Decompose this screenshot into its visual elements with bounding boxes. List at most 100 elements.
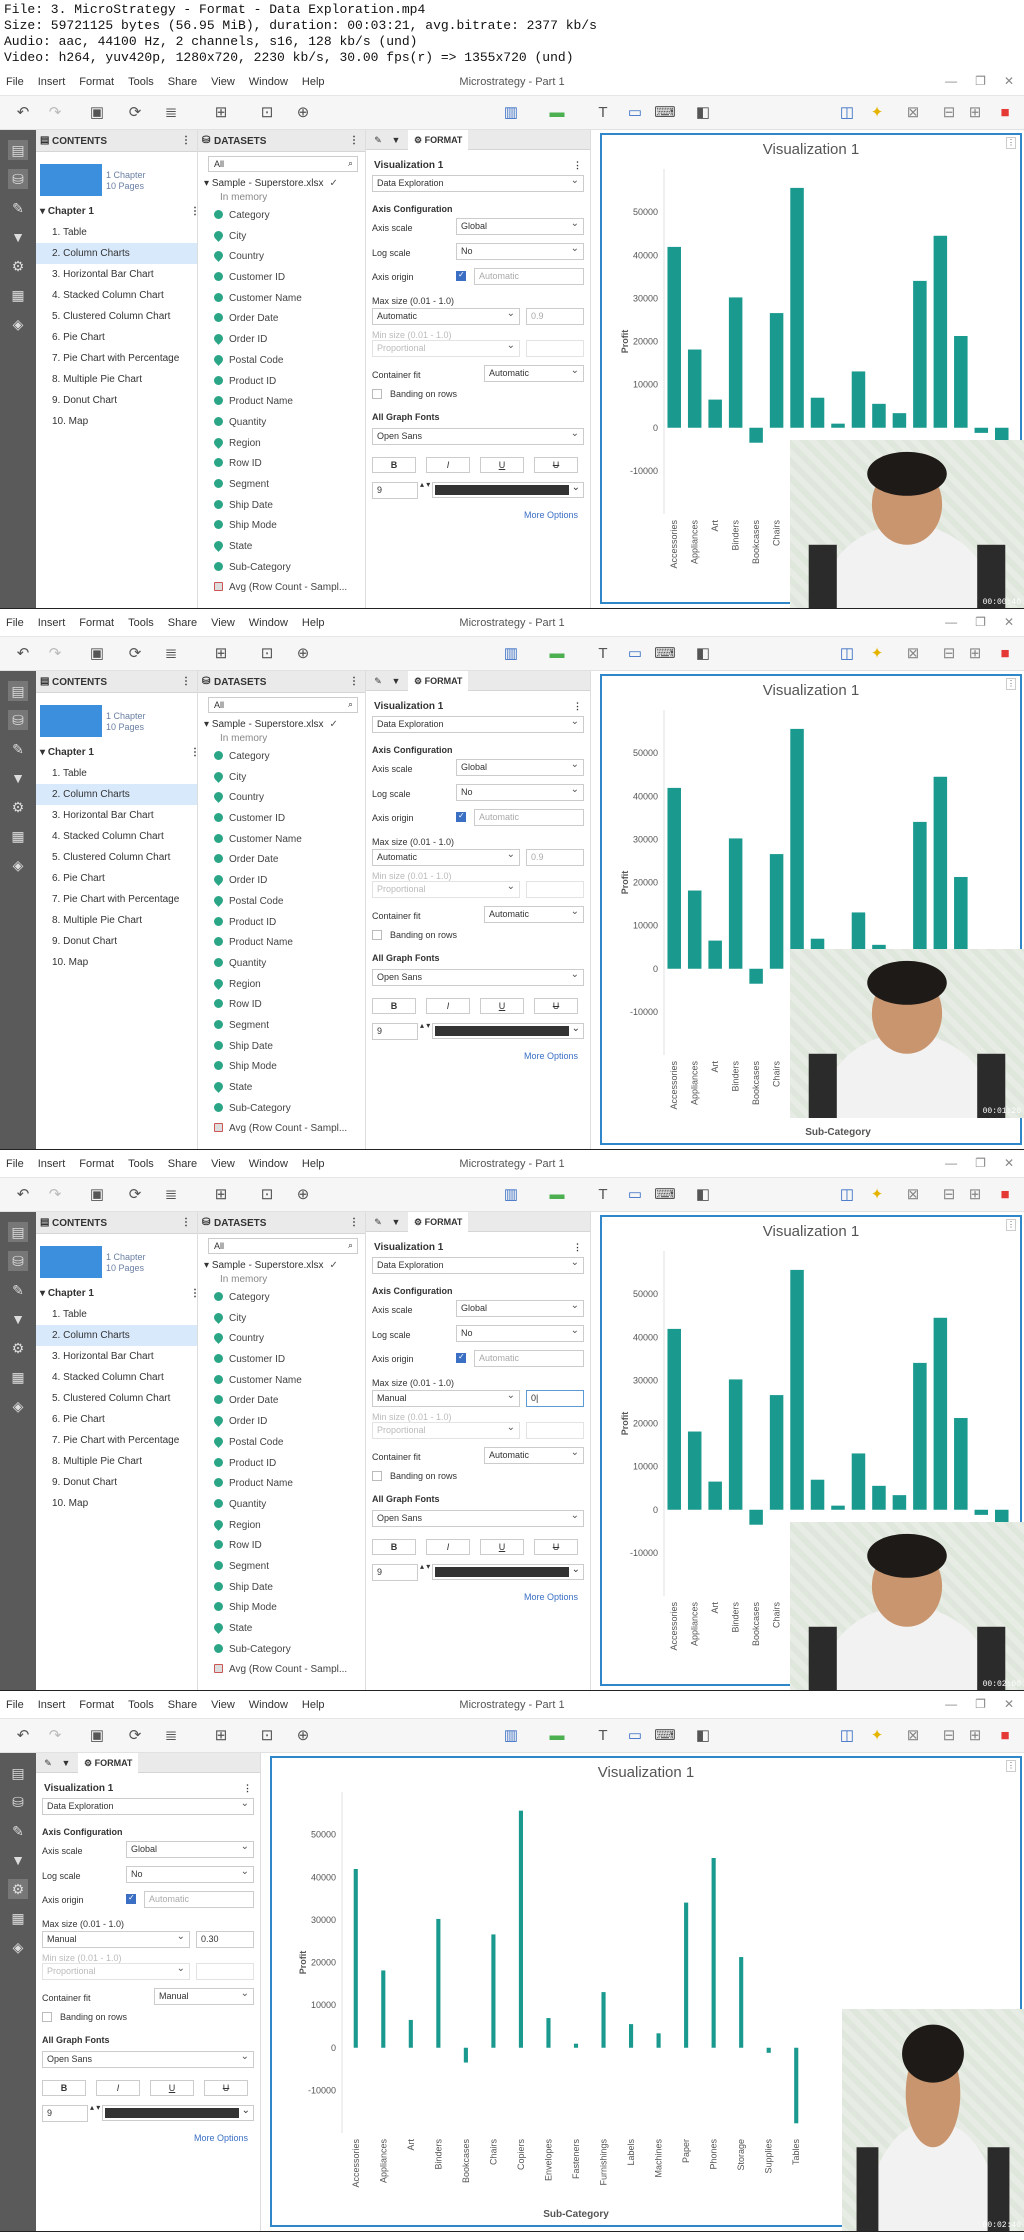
page-item[interactable]: 6. Pie Chart (36, 327, 197, 348)
contents-toggle-icon[interactable]: ▤ (8, 1763, 28, 1783)
add-chapter-icon[interactable]: ⊡ (256, 644, 278, 664)
minimize-icon[interactable]: — (945, 1697, 957, 1711)
chevron-down-icon[interactable]: ⌄ (572, 1564, 580, 1575)
shape-icon[interactable]: ◧ (692, 1185, 714, 1205)
undo-icon[interactable]: ↶ (12, 1185, 34, 1205)
dataset-object[interactable]: Ship Date (198, 1578, 365, 1599)
underline-button[interactable]: U (480, 998, 524, 1014)
add-page-icon[interactable]: ⊕ (292, 1185, 314, 1205)
chart-bar[interactable] (831, 423, 845, 428)
minimize-icon[interactable]: — (945, 615, 957, 629)
font-size-input[interactable]: 9 (372, 482, 418, 499)
chart-bar[interactable] (790, 187, 804, 428)
dataset-object[interactable]: Customer ID (198, 268, 365, 289)
chart-bar[interactable] (518, 1810, 524, 2048)
add-page-icon[interactable]: ⊕ (292, 1726, 314, 1746)
save-icon[interactable]: ▣ (86, 103, 108, 123)
presentation-icon[interactable]: ◫ (836, 644, 858, 664)
axis-origin-checkbox[interactable] (456, 811, 466, 822)
format-toggle-icon[interactable]: ⚙ (8, 797, 28, 817)
page-item[interactable]: 1. Table (36, 763, 197, 784)
add-chapter-icon[interactable]: ⊡ (256, 1726, 278, 1746)
html-icon[interactable]: ⌨ (654, 1185, 676, 1205)
dataset-object[interactable]: Postal Code (198, 892, 365, 913)
page-item[interactable]: 2. Column Charts (36, 784, 197, 805)
chart-bar[interactable] (769, 1395, 784, 1510)
page-item[interactable]: 7. Pie Chart with Percentage (36, 348, 197, 369)
chevron-down-icon[interactable]: ▾ (40, 747, 48, 758)
filter-tab-icon[interactable]: ▼ (58, 1753, 74, 1773)
add-chapter-icon[interactable]: ⊡ (256, 103, 278, 123)
italic-button[interactable]: I (426, 457, 470, 473)
dataset-object[interactable]: City (198, 1309, 365, 1330)
chapter-header[interactable]: ▾ Chapter 1 ⋮ (40, 1288, 200, 1299)
chart-bar[interactable] (933, 235, 948, 428)
axis-scale-dropdown[interactable]: Global (456, 757, 584, 776)
page-item[interactable]: 9. Donut Chart (36, 390, 197, 411)
min-size-input[interactable] (196, 1963, 254, 1980)
contents-toggle-icon[interactable]: ▤ (8, 681, 28, 701)
redo-icon[interactable]: ↷ (44, 103, 66, 123)
presentation-icon[interactable]: ◫ (836, 1185, 858, 1205)
filter-add-icon[interactable]: ▬ (546, 1185, 568, 1205)
dataset-object[interactable]: Quantity (198, 1495, 365, 1516)
page-item[interactable]: 4. Stacked Column Chart (36, 1367, 197, 1388)
contents-menu-icon[interactable]: ⋮ (181, 135, 191, 146)
banding-checkbox[interactable] (372, 389, 382, 399)
chart-bar[interactable] (711, 1858, 716, 2048)
chart-bar[interactable] (872, 1485, 886, 1510)
dataset-object[interactable]: Customer ID (198, 1350, 365, 1371)
filter-add-icon[interactable]: ▬ (546, 1726, 568, 1746)
light-icon[interactable]: ✦ (866, 103, 888, 123)
page-item[interactable]: 9. Donut Chart (36, 1472, 197, 1493)
dataset-object[interactable]: Country (198, 247, 365, 268)
dataset-object[interactable]: Product Name (198, 1474, 365, 1495)
viz-type-dropdown[interactable]: Data Exploration (372, 1255, 584, 1274)
notify-icon[interactable]: ■ (994, 1185, 1016, 1205)
chart-toggle-icon[interactable]: ▦ (8, 1367, 28, 1387)
strikethrough-button[interactable]: U (534, 998, 578, 1014)
dataset-object[interactable]: Postal Code (198, 1433, 365, 1454)
axis-origin-input[interactable]: Automatic (474, 268, 584, 285)
close-icon[interactable]: ✕ (1004, 1697, 1014, 1711)
dataset-object[interactable]: Customer Name (198, 1371, 365, 1392)
font-size-stepper[interactable]: ▴ ▾ (420, 1021, 430, 1030)
editor-toggle-icon[interactable]: ✎ (8, 1280, 28, 1300)
page-item[interactable]: 2. Column Charts (36, 1325, 197, 1346)
underline-button[interactable]: U (150, 2080, 194, 2096)
font-family-dropdown[interactable]: Open Sans (372, 426, 584, 445)
share-icon[interactable]: ⊞ (964, 1726, 986, 1746)
chart-bar[interactable] (667, 246, 681, 428)
grid-icon[interactable]: ⊠ (902, 1185, 924, 1205)
log-scale-dropdown[interactable]: No (456, 782, 584, 801)
html-icon[interactable]: ⌨ (654, 1726, 676, 1746)
strikethrough-button[interactable]: U (534, 457, 578, 473)
chart-bar[interactable] (913, 821, 927, 969)
chart-bar[interactable] (628, 2024, 634, 2048)
chevron-down-icon[interactable]: ⌄ (572, 482, 580, 493)
min-size-mode-dropdown[interactable]: Proportional (372, 879, 520, 898)
format-toggle-icon[interactable]: ⚙ (8, 1879, 28, 1899)
chapter-header[interactable]: ▾ Chapter 1 ⋮ (40, 747, 200, 758)
chart-bar[interactable] (739, 1957, 744, 2048)
pause-data-icon[interactable]: ⊞ (210, 644, 232, 664)
max-size-input[interactable]: 0| (526, 1390, 584, 1407)
banding-checkbox[interactable] (372, 930, 382, 940)
underline-button[interactable]: U (480, 457, 524, 473)
image-icon[interactable]: ▭ (624, 1726, 646, 1746)
redo-icon[interactable]: ↷ (44, 1185, 66, 1205)
chart-bar[interactable] (794, 2047, 799, 2124)
datasets-toggle-icon[interactable]: ⛁ (8, 169, 28, 189)
pause-data-icon[interactable]: ⊞ (210, 103, 232, 123)
tab-format[interactable]: ⚙ FORMAT (408, 1212, 469, 1232)
filter-toggle-icon[interactable]: ▼ (8, 768, 28, 788)
dataset-object[interactable]: Avg (Row Count - Sampl... (198, 1119, 365, 1140)
chart-bar[interactable] (546, 2018, 551, 2048)
dataset-object[interactable]: Product Name (198, 933, 365, 954)
datasets-toggle-icon[interactable]: ⛁ (8, 710, 28, 730)
dataset-object[interactable]: Category (198, 1288, 365, 1309)
page-item[interactable]: 9. Donut Chart (36, 931, 197, 952)
chart-bar[interactable] (667, 787, 681, 969)
font-size-stepper[interactable]: ▴ ▾ (420, 1562, 430, 1571)
chart-bar[interactable] (749, 968, 763, 984)
